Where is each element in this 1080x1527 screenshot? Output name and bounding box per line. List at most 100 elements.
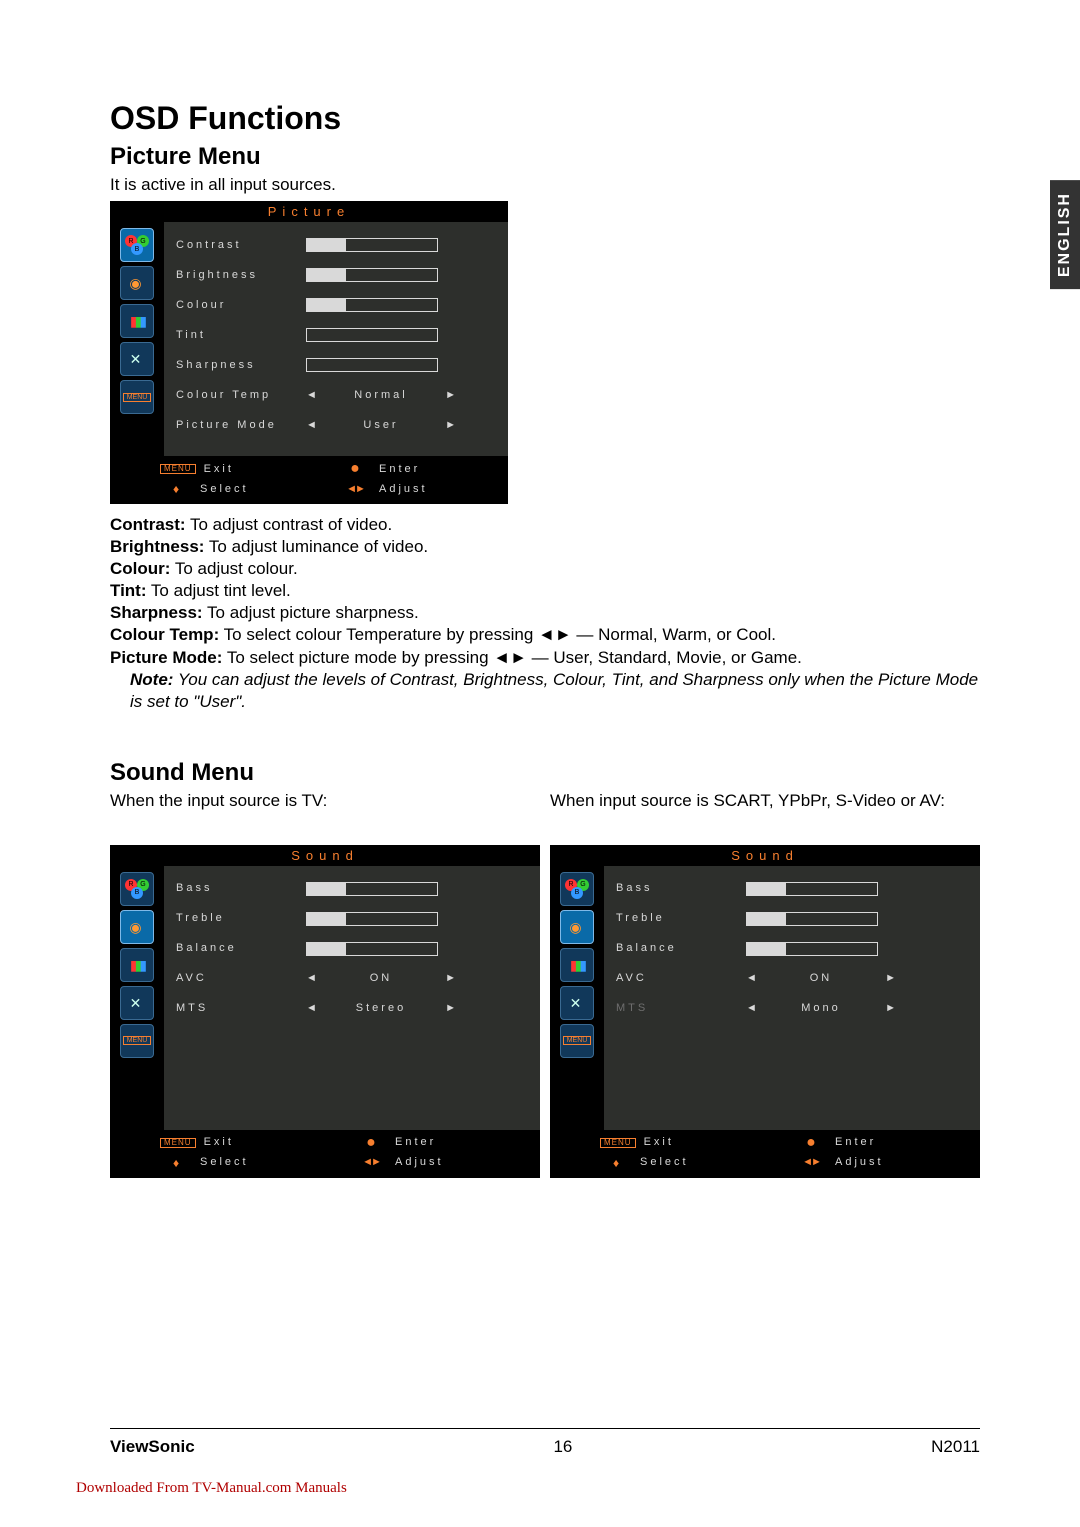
osd-label: Bass	[616, 883, 746, 894]
def-note-text: You can adjust the levels of Contrast, B…	[130, 670, 978, 711]
def-term-contrast: Contrast:	[110, 515, 186, 534]
osd-slider	[306, 358, 438, 372]
footer-brand: ViewSonic	[110, 1437, 195, 1457]
osd-label: AVC	[616, 973, 746, 984]
osd-row: Contrast	[176, 230, 496, 260]
osd-row: Bass	[616, 874, 968, 904]
sound-heading: Sound Menu	[110, 759, 980, 787]
page-footer: ViewSonic 16 N2011	[110, 1428, 980, 1457]
sidebar-icon: MENU	[120, 1024, 154, 1058]
def-text-contrast: To adjust contrast of video.	[186, 515, 393, 534]
osd-footer: MENUExit♦Select●Enter◄►Adjust	[110, 456, 508, 504]
osd-label: Contrast	[176, 240, 306, 251]
osd-row: Sharpness	[176, 350, 496, 380]
osd-select: ◄Stereo►	[306, 1003, 456, 1014]
osd-slider	[746, 882, 878, 896]
language-tab: ENGLISH	[1050, 180, 1080, 289]
osd-row: Balance	[176, 934, 528, 964]
sidebar-icon: ▮▮▮	[560, 948, 594, 982]
osd-row: Picture Mode◄User►	[176, 410, 496, 440]
osd-slider	[306, 912, 438, 926]
osd-label: Balance	[616, 943, 746, 954]
osd-slider	[306, 328, 438, 342]
osd-slider	[306, 268, 438, 282]
osd-slider	[306, 942, 438, 956]
def-text-colour: To adjust colour.	[170, 559, 297, 578]
osd-row: Tint	[176, 320, 496, 350]
osd-footer: MENUExit♦Select●Enter◄►Adjust	[550, 1130, 980, 1178]
osd-row: MTS◄Stereo►	[176, 994, 528, 1024]
sidebar-icon: ▮▮▮	[120, 304, 154, 338]
osd-row: Colour	[176, 290, 496, 320]
osd-label: Balance	[176, 943, 306, 954]
sidebar-icon: ▮▮▮	[120, 948, 154, 982]
osd-row: Colour Temp◄Normal►	[176, 380, 496, 410]
sidebar-icon: MENU	[560, 1024, 594, 1058]
sidebar-icon: ◉	[120, 266, 154, 300]
osd-label: MTS	[176, 1003, 306, 1014]
osd-label: Picture Mode	[176, 420, 306, 431]
osd-row: AVC◄ON►	[616, 964, 968, 994]
osd-select: ◄ON►	[306, 973, 456, 984]
def-term-colourtemp: Colour Temp:	[110, 625, 219, 644]
def-text-tint: To adjust tint level.	[147, 581, 291, 600]
osd-label: AVC	[176, 973, 306, 984]
osd-label: MTS	[616, 1003, 746, 1014]
def-term-brightness: Brightness:	[110, 537, 204, 556]
sound-intro-av: When input source is SCART, YPbPr, S-Vid…	[550, 791, 980, 837]
def-note-term: Note:	[130, 670, 173, 689]
sound-intro-tv: When the input source is TV:	[110, 791, 540, 837]
sidebar-icon: RGB	[120, 228, 154, 262]
def-term-colour: Colour:	[110, 559, 170, 578]
sidebar-icon: RGB	[560, 872, 594, 906]
osd-select: ◄User►	[306, 420, 456, 431]
picture-intro: It is active in all input sources.	[110, 175, 980, 195]
osd-label: Sharpness	[176, 360, 306, 371]
page-title: OSD Functions	[110, 100, 980, 137]
osd-label: Treble	[616, 913, 746, 924]
osd-slider	[306, 238, 438, 252]
sidebar-icon: ◉	[560, 910, 594, 944]
osd-slider	[306, 882, 438, 896]
osd-label: Colour	[176, 300, 306, 311]
osd-slider	[746, 912, 878, 926]
osd-label: Brightness	[176, 270, 306, 281]
def-term-picturemode: Picture Mode:	[110, 648, 222, 667]
osd-sidebar: RGB ◉ ▮▮▮ ✕ MENU	[550, 866, 604, 1130]
def-term-sharpness: Sharpness:	[110, 603, 203, 622]
osd-select: ◄Mono►	[746, 1003, 896, 1014]
osd-label: Bass	[176, 883, 306, 894]
def-text-picturemode: To select picture mode by pressing ◄► — …	[222, 648, 801, 667]
osd-select: ◄ON►	[746, 973, 896, 984]
osd-label: Colour Temp	[176, 390, 306, 401]
osd-row: Balance	[616, 934, 968, 964]
sidebar-icon: ✕	[120, 342, 154, 376]
definitions: Contrast: To adjust contrast of video. B…	[110, 514, 980, 713]
def-term-tint: Tint:	[110, 581, 147, 600]
picture-heading: Picture Menu	[110, 143, 980, 171]
osd-row: Treble	[616, 904, 968, 934]
osd-picture: PictureRGB◉▮▮▮✕MENUContrastBrightnessCol…	[110, 201, 508, 504]
osd-slider	[306, 298, 438, 312]
osd-row: Treble	[176, 904, 528, 934]
def-text-brightness: To adjust luminance of video.	[204, 537, 428, 556]
def-text-sharpness: To adjust picture sharpness.	[203, 603, 419, 622]
footer-page: 16	[553, 1437, 572, 1457]
osd-label: Tint	[176, 330, 306, 341]
osd-footer: MENUExit♦Select●Enter◄►Adjust	[110, 1130, 540, 1178]
sidebar-icon: ✕	[560, 986, 594, 1020]
sidebar-icon: ◉	[120, 910, 154, 944]
osd-row: Bass	[176, 874, 528, 904]
osd-row: AVC◄ON►	[176, 964, 528, 994]
osd-header: Picture	[110, 201, 508, 222]
osd-header: Sound	[110, 845, 540, 866]
osd-sound-tv: SoundRGB◉▮▮▮✕MENUBassTrebleBalanceAVC◄ON…	[110, 845, 540, 1178]
sidebar-icon: RGB	[120, 872, 154, 906]
download-link[interactable]: Downloaded From TV-Manual.com Manuals	[76, 1480, 347, 1497]
osd-slider	[746, 942, 878, 956]
osd-row: Brightness	[176, 260, 496, 290]
def-text-colourtemp: To select colour Temperature by pressing…	[219, 625, 776, 644]
osd-label: Treble	[176, 913, 306, 924]
osd-header: Sound	[550, 845, 980, 866]
osd-sidebar: RGB◉▮▮▮✕MENU	[110, 222, 164, 456]
